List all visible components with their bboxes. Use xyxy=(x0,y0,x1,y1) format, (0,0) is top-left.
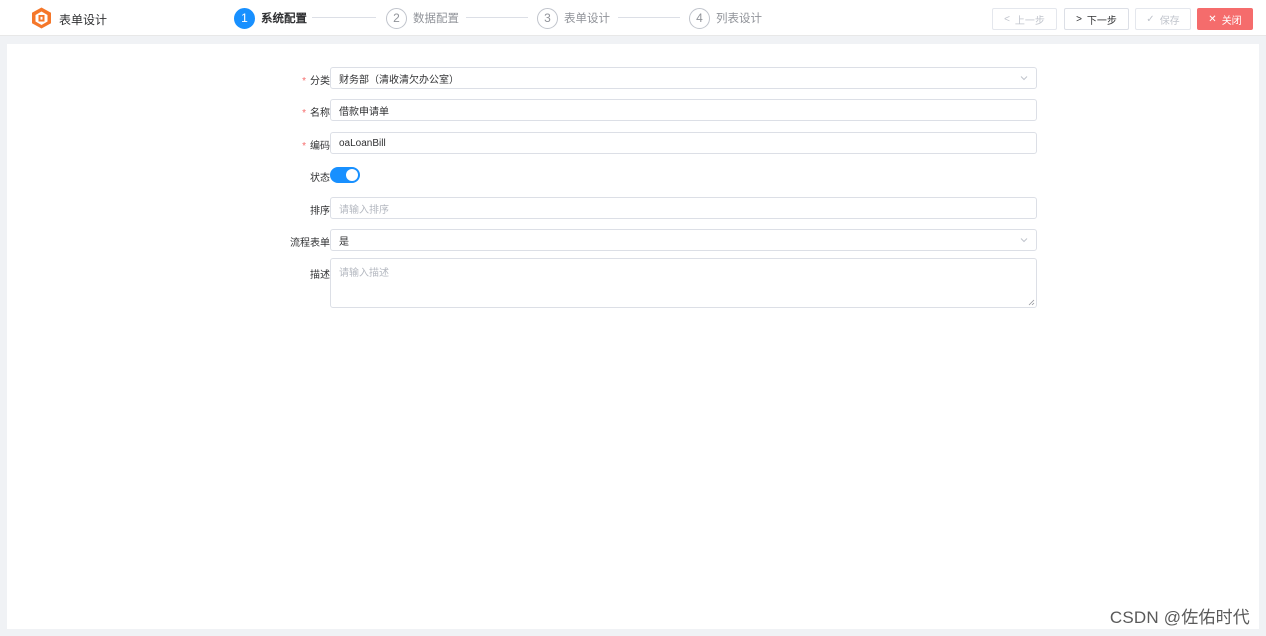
step-list-design[interactable]: 4 列表设计 xyxy=(689,7,762,29)
step-connector xyxy=(466,17,528,18)
required-mark: * xyxy=(302,108,306,119)
save-button[interactable]: ✓ 保存 xyxy=(1135,8,1191,30)
next-step-label: 下一步 xyxy=(1086,15,1117,27)
step-number: 4 xyxy=(689,7,710,29)
step-connector xyxy=(312,17,376,18)
sort-input[interactable]: 请输入排序 xyxy=(330,197,1037,219)
prev-step-label: 上一步 xyxy=(1014,15,1045,27)
flow-form-label: 流程表单 xyxy=(290,238,330,249)
code-label-text: 编码 xyxy=(310,141,330,152)
form-row-sort: 排序 请输入排序 xyxy=(7,197,1259,219)
resize-handle-icon[interactable] xyxy=(1028,299,1035,306)
description-textarea[interactable]: 请输入描述 xyxy=(330,258,1037,308)
top-header: 表单设计 1 系统配置 2 数据配置 3 表单设计 4 列表设计 < 上一步 >… xyxy=(0,0,1266,36)
chevron-down-icon xyxy=(1020,238,1028,243)
form-row-description: 描述 请输入描述 xyxy=(7,258,1259,308)
step-connector xyxy=(618,17,680,18)
next-step-button[interactable]: > 下一步 xyxy=(1064,8,1129,30)
name-label-text: 名称 xyxy=(310,108,330,119)
close-icon: ✕ xyxy=(1208,13,1217,25)
name-input[interactable]: 借款申请单 xyxy=(330,99,1037,121)
step-label: 表单设计 xyxy=(564,13,610,25)
code-label: * 编码 xyxy=(302,137,330,152)
toggle-knob xyxy=(346,169,358,181)
step-label: 系统配置 xyxy=(261,13,307,25)
form-row-code: * 编码 oaLoanBill xyxy=(7,132,1259,154)
name-label: * 名称 xyxy=(302,104,330,119)
required-mark: * xyxy=(302,76,306,87)
step-label: 列表设计 xyxy=(716,13,762,25)
step-form-design[interactable]: 3 表单设计 xyxy=(537,7,610,29)
app-title: 表单设计 xyxy=(59,13,108,27)
step-number: 3 xyxy=(537,7,558,29)
category-value: 财务部（清收清欠办公室） xyxy=(339,74,459,86)
step-number: 2 xyxy=(386,7,407,29)
form-panel: * 分类 财务部（清收清欠办公室） * 名称 借款申请单 * 编码 oaLoanBil… xyxy=(7,44,1259,629)
prev-step-button[interactable]: < 上一步 xyxy=(992,8,1057,30)
chevron-left-icon: < xyxy=(1004,13,1010,25)
form-row-flow-form: 流程表单 是 xyxy=(7,229,1259,251)
name-value: 借款申请单 xyxy=(339,106,389,118)
watermark: CSDN @佐佑时代 xyxy=(1109,608,1250,627)
category-label: * 分类 xyxy=(302,72,330,87)
close-button[interactable]: ✕ 关闭 xyxy=(1197,8,1253,30)
app-logo-icon xyxy=(32,7,51,29)
close-label: 关闭 xyxy=(1221,15,1242,27)
form-row-name: * 名称 借款申请单 xyxy=(7,99,1259,121)
status-label: 状态 xyxy=(310,173,330,184)
description-placeholder: 请输入描述 xyxy=(339,268,389,279)
save-label: 保存 xyxy=(1159,15,1180,27)
code-input[interactable]: oaLoanBill xyxy=(330,132,1037,154)
chevron-down-icon xyxy=(1020,76,1028,81)
required-mark: * xyxy=(302,141,306,152)
flow-form-select[interactable]: 是 xyxy=(330,229,1037,251)
description-label: 描述 xyxy=(310,270,330,281)
step-number: 1 xyxy=(234,7,255,29)
check-icon: ✓ xyxy=(1146,13,1155,25)
step-data-config[interactable]: 2 数据配置 xyxy=(386,7,459,29)
sort-placeholder: 请输入排序 xyxy=(339,204,389,216)
step-system-config[interactable]: 1 系统配置 xyxy=(234,7,307,29)
flow-form-value: 是 xyxy=(339,236,349,248)
form-row-category: * 分类 财务部（清收清欠办公室） xyxy=(7,67,1259,89)
chevron-right-icon: > xyxy=(1076,13,1082,25)
category-select[interactable]: 财务部（清收清欠办公室） xyxy=(330,67,1037,89)
code-value: oaLoanBill xyxy=(339,137,386,149)
status-toggle[interactable] xyxy=(330,167,360,183)
form-row-status: 状态 xyxy=(7,166,1259,184)
category-label-text: 分类 xyxy=(310,76,330,87)
step-label: 数据配置 xyxy=(413,13,459,25)
sort-label: 排序 xyxy=(310,206,330,217)
